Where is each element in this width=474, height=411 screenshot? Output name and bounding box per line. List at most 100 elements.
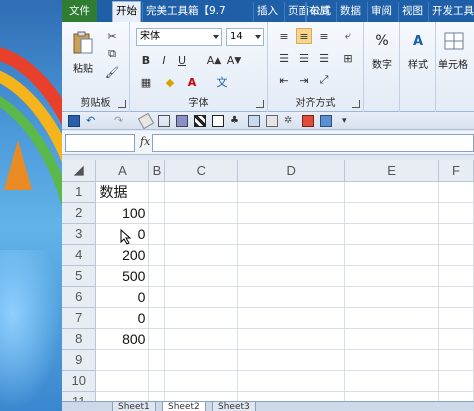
cell-empty[interactable]	[164, 244, 239, 266]
cell-empty[interactable]	[164, 328, 239, 350]
increase-indent-icon[interactable]: ⇥	[296, 72, 312, 88]
row-header[interactable]: 10	[62, 370, 97, 392]
row-header[interactable]: 5	[62, 265, 97, 287]
cell-empty[interactable]	[164, 181, 239, 203]
cell-empty[interactable]	[237, 328, 346, 350]
column-header-e[interactable]: E	[344, 160, 440, 182]
wrap-text-icon[interactable]: ⤶	[340, 28, 356, 44]
cell-empty[interactable]	[148, 286, 166, 308]
cell-empty[interactable]	[438, 286, 474, 308]
row-header[interactable]: 6	[62, 286, 97, 308]
cell-empty[interactable]	[438, 202, 474, 224]
paste-label[interactable]: 粘贴	[68, 60, 98, 75]
cell-empty[interactable]	[148, 349, 166, 371]
cell-empty[interactable]	[438, 370, 474, 392]
cell-empty[interactable]	[237, 370, 346, 392]
font-name-dropdown[interactable]: 宋体	[136, 28, 222, 46]
number-button[interactable]: 数字	[366, 56, 398, 71]
column-header-f[interactable]: F	[438, 160, 474, 182]
cell-a[interactable]: 800	[95, 328, 150, 350]
underline-icon[interactable]: U	[174, 52, 190, 68]
copy-icon[interactable]: ⧉	[104, 46, 120, 62]
cell-empty[interactable]	[344, 370, 440, 392]
cell-empty[interactable]	[148, 181, 166, 203]
cell-empty[interactable]	[237, 286, 346, 308]
cell-empty[interactable]	[164, 286, 239, 308]
percent-icon[interactable]: %	[368, 28, 396, 54]
chart-icon[interactable]	[302, 115, 314, 127]
tab-developer[interactable]: 开发工具	[428, 2, 474, 22]
cell-empty[interactable]	[438, 265, 474, 287]
image-icon[interactable]	[266, 115, 278, 127]
row-header[interactable]: 3	[62, 223, 97, 245]
clipboard-launcher-icon[interactable]	[118, 100, 126, 108]
cell-empty[interactable]	[344, 265, 440, 287]
tab-insert[interactable]: 插入	[253, 2, 281, 22]
decrease-indent-icon[interactable]: ⇤	[276, 72, 292, 88]
eraser-icon[interactable]	[137, 112, 155, 130]
cell-empty[interactable]	[237, 265, 346, 287]
cell-a[interactable]: 500	[95, 265, 150, 287]
cell-empty[interactable]	[344, 307, 440, 329]
orientation-icon[interactable]: ⤢	[316, 72, 332, 88]
cell-empty[interactable]	[438, 181, 474, 203]
column-header-a[interactable]: A	[95, 160, 150, 182]
row-header[interactable]: 2	[62, 202, 97, 224]
cell-empty[interactable]	[148, 307, 166, 329]
align-left-icon[interactable]: ☰	[276, 50, 292, 66]
row-header[interactable]: 8	[62, 328, 97, 350]
cell-a[interactable]: 数据	[95, 181, 150, 203]
tab-home[interactable]: 开始	[112, 1, 141, 23]
tab-perfect-toolbox[interactable]: 完美工具箱【9.7	[142, 2, 229, 22]
paste-button[interactable]	[68, 26, 98, 60]
fill-color-icon[interactable]: ◆	[162, 74, 178, 90]
cell-empty[interactable]	[237, 181, 346, 203]
format-painter-icon[interactable]: 🖌	[104, 64, 120, 80]
styles-button[interactable]: 样式	[402, 56, 434, 71]
cell-empty[interactable]	[148, 244, 166, 266]
italic-icon[interactable]: I	[156, 52, 172, 68]
cell-empty[interactable]	[344, 223, 440, 245]
redo-icon[interactable]: ↷	[114, 115, 126, 127]
cell-empty[interactable]	[148, 265, 166, 287]
cell-empty[interactable]	[438, 223, 474, 245]
grow-font-icon[interactable]: A ▲	[206, 52, 222, 68]
customize-qat-icon[interactable]: ▾	[342, 115, 354, 127]
cell-empty[interactable]	[344, 181, 440, 203]
cell-empty[interactable]	[164, 370, 239, 392]
cell-empty[interactable]	[344, 202, 440, 224]
row-header[interactable]: 7	[62, 307, 97, 329]
font-launcher-icon[interactable]	[256, 100, 264, 108]
undo-icon[interactable]: ↶	[86, 115, 98, 127]
tree-icon[interactable]: ♣	[230, 115, 242, 127]
fx-icon[interactable]: fx	[140, 135, 150, 148]
fill-box-icon[interactable]	[176, 115, 188, 127]
cell-empty[interactable]	[438, 328, 474, 350]
name-box[interactable]	[65, 134, 135, 152]
font-size-dropdown[interactable]: 14	[226, 28, 264, 46]
cell-empty[interactable]	[438, 349, 474, 371]
select-icon[interactable]	[158, 115, 170, 127]
cell-empty[interactable]	[164, 349, 239, 371]
formula-input[interactable]	[152, 134, 474, 152]
tab-review[interactable]: 审阅	[367, 2, 395, 22]
cell-empty[interactable]	[344, 328, 440, 350]
cut-icon[interactable]: ✂	[104, 28, 120, 44]
cell-empty[interactable]	[344, 244, 440, 266]
cell-empty[interactable]	[438, 244, 474, 266]
column-header-b[interactable]: B	[148, 160, 166, 182]
align-bottom-icon[interactable]: ≡	[316, 28, 332, 44]
cell-empty[interactable]	[237, 202, 346, 224]
tab-view[interactable]: 视图	[398, 2, 426, 22]
sheet-tab-3[interactable]: Sheet3	[212, 402, 256, 411]
cells-icon[interactable]	[440, 28, 468, 54]
tab-formulas[interactable]: 公式	[306, 2, 334, 22]
align-right-icon[interactable]: ☰	[316, 50, 332, 66]
cell-empty[interactable]	[344, 349, 440, 371]
tab-file[interactable]: 文件	[62, 0, 97, 22]
gear-icon[interactable]: ✲	[284, 115, 296, 127]
styles-icon[interactable]: A	[404, 28, 432, 54]
cell-empty[interactable]	[164, 202, 239, 224]
picture-icon[interactable]	[320, 115, 332, 127]
bold-icon[interactable]: B	[138, 52, 154, 68]
